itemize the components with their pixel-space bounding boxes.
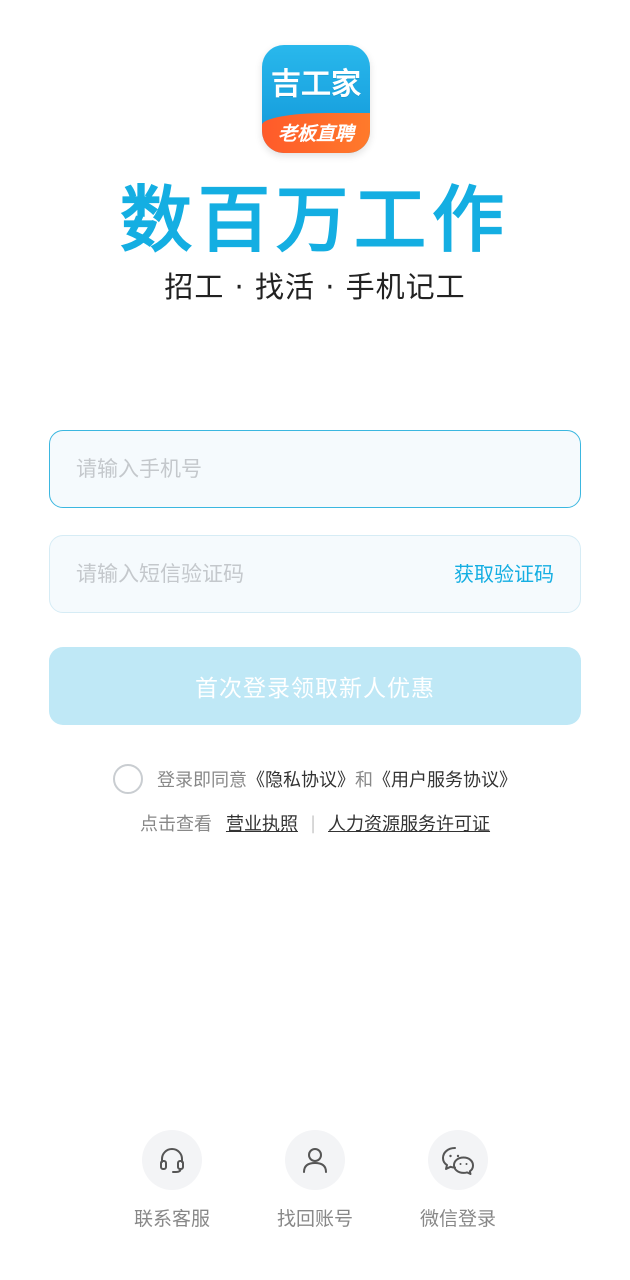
bottom-actions: 联系客服 找回账号 微信登录 (0, 1130, 630, 1230)
privacy-policy-link[interactable]: 《隐私协议》 (247, 766, 355, 792)
subtitle: 招工 · 找活 · 手机记工 (164, 270, 466, 304)
headset-icon[interactable] (142, 1130, 202, 1190)
phone-input[interactable] (76, 431, 436, 507)
wechat-login-label: 微信登录 (419, 1208, 496, 1230)
sms-code-input[interactable] (76, 536, 416, 612)
logo-tagline-text: 老板直聘 (262, 113, 370, 153)
login-page: 吉工家 老板直聘 数百万工作 招工 · 找活 · 手机记工 获取验证码 首次登录… (0, 0, 630, 1280)
business-license-link[interactable]: 营业执照 (226, 810, 298, 836)
agreement-row: 登录即同意 《隐私协议》 和 《用户服务协议》 (0, 762, 630, 796)
slogan-heading: 数百万工作 (119, 178, 510, 262)
app-logo: 吉工家 老板直聘 (262, 45, 370, 153)
wechat-icon[interactable] (428, 1130, 488, 1190)
logo-brand-text: 吉工家 (271, 67, 361, 102)
license-prefix: 点击查看 (139, 814, 212, 835)
get-code-button[interactable]: 获取验证码 (454, 536, 554, 612)
recover-account-label: 找回账号 (276, 1208, 353, 1230)
license-divider: | (309, 812, 317, 834)
agreement-prefix: 登录即同意 (157, 770, 247, 791)
user-service-agreement-link[interactable]: 《用户服务协议》 (373, 766, 517, 792)
agreement-and: 和 (355, 770, 373, 791)
wechat-login-action[interactable]: 微信登录 (398, 1130, 518, 1231)
user-icon[interactable] (285, 1130, 345, 1190)
recover-account-action[interactable]: 找回账号 (255, 1130, 375, 1231)
login-button[interactable]: 首次登录领取新人优惠 (49, 647, 581, 725)
agreement-checkbox[interactable] (113, 764, 143, 794)
code-field[interactable]: 获取验证码 (49, 535, 581, 613)
contact-support-action[interactable]: 联系客服 (112, 1130, 232, 1231)
license-row: 点击查看 营业执照 | 人力资源服务许可证 (0, 808, 630, 838)
phone-field[interactable] (49, 430, 581, 508)
contact-support-label: 联系客服 (133, 1208, 210, 1230)
hr-license-link[interactable]: 人力资源服务许可证 (328, 810, 490, 836)
